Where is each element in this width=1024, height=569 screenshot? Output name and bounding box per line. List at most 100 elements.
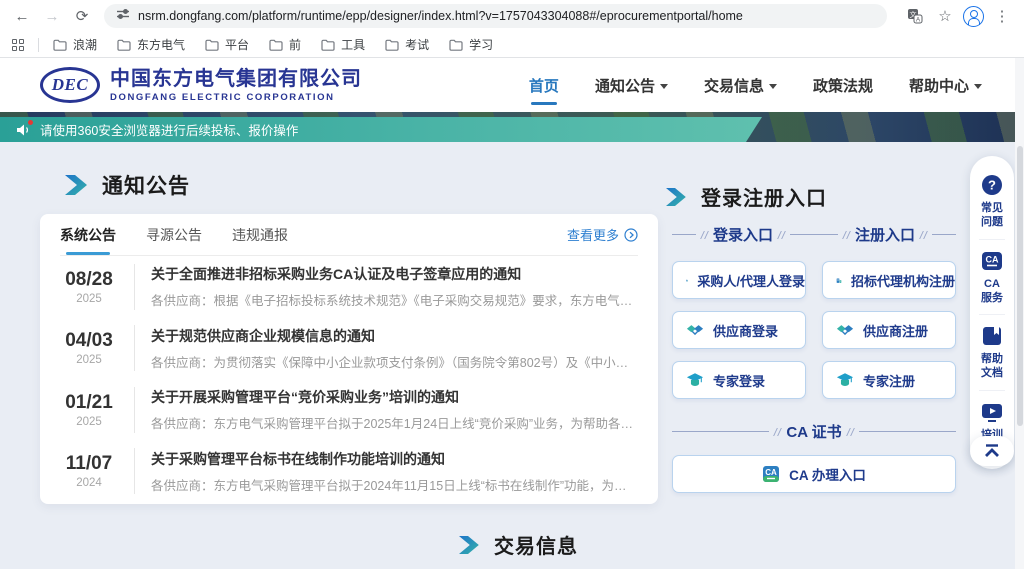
notice-title[interactable]: 关于规范供应商企业规模信息的通知 xyxy=(151,326,638,346)
notice-date: 01/21 2025 xyxy=(60,392,118,428)
bookmark-star-icon[interactable]: ☆ xyxy=(933,4,957,28)
purchaser-login-button[interactable]: 采购人/代理人登录 xyxy=(672,261,806,299)
expert-login-button[interactable]: 专家登录 xyxy=(672,361,806,399)
notice-row[interactable]: 01/21 2025 关于开展采购管理平台“竞价采购业务”培训的通知 各供应商：… xyxy=(60,379,638,441)
notice-desc: 各供应商：根据《电子招标投标系统技术规范》《电子采购交易规范》要求，东方电气采购… xyxy=(151,290,638,309)
notice-title[interactable]: 关于全面推进非招标采购业务CA认证及电子签章应用的通知 xyxy=(151,264,638,284)
caret-down-icon xyxy=(769,84,777,89)
ca-apply-button[interactable]: CA CA 办理入口 xyxy=(672,455,956,493)
section-arrow-icon xyxy=(62,175,88,195)
company-logo[interactable]: DEC 中国东方电气集团有限公司 DONGFANG ELECTRIC CORPO… xyxy=(40,67,362,103)
notice-year: 2025 xyxy=(60,354,118,366)
folder-icon xyxy=(321,39,335,51)
nav-notices[interactable]: 通知公告 xyxy=(595,75,668,96)
section-title: 通知公告 xyxy=(102,170,190,200)
slash-decor xyxy=(773,428,782,436)
bookmark-label: 工具 xyxy=(341,36,365,53)
rail-item-ca-service[interactable]: CA CA服务 xyxy=(979,239,1005,315)
button-label: 专家登录 xyxy=(713,371,765,390)
profile-avatar[interactable] xyxy=(963,6,984,27)
company-name-en: DONGFANG ELECTRIC CORPORATION xyxy=(110,92,362,103)
bookmark-folder[interactable]: 考试 xyxy=(385,36,429,53)
trade-section-header: 交易信息 xyxy=(456,530,578,559)
svg-text:CA: CA xyxy=(765,468,777,477)
bookmark-label: 考试 xyxy=(405,36,429,53)
ca-badge-icon: CA xyxy=(981,250,1003,272)
back-to-top-button[interactable] xyxy=(970,436,1014,466)
notices-section-header: 通知公告 xyxy=(62,170,190,200)
rail-item-faq[interactable]: ? 常见问题 xyxy=(979,168,1005,239)
site-settings-icon[interactable] xyxy=(116,7,130,26)
apps-grid-icon[interactable] xyxy=(12,39,24,51)
floating-help-rail: ? 常见问题 CA CA服务 帮助文档 培训视频 xyxy=(970,156,1014,469)
section-arrow-icon xyxy=(663,188,687,206)
reload-icon[interactable]: ⟳ xyxy=(70,4,94,28)
notice-row[interactable]: 08/28 2025 关于全面推进非招标采购业务CA认证及电子签章应用的通知 各… xyxy=(60,256,638,318)
folder-icon xyxy=(117,39,131,51)
nav-trade-info[interactable]: 交易信息 xyxy=(704,75,777,96)
folder-icon xyxy=(205,39,219,51)
slash-decor xyxy=(700,231,709,239)
company-name-cn: 中国东方电气集团有限公司 xyxy=(110,68,362,90)
graduation-cap-icon xyxy=(836,372,854,388)
notice-day-month: 11/07 xyxy=(60,453,118,475)
forward-icon: → xyxy=(40,4,64,28)
nav-label: 首页 xyxy=(529,75,559,96)
notice-body: 关于开展采购管理平台“竞价采购业务”培训的通知 各供应商：东方电气采购管理平台拟… xyxy=(134,387,638,433)
divider xyxy=(790,234,814,235)
translate-icon[interactable]: 文A xyxy=(903,4,927,28)
notice-year: 2024 xyxy=(60,477,118,489)
bookmark-folder[interactable]: 工具 xyxy=(321,36,365,53)
tab-system-notices[interactable]: 系统公告 xyxy=(60,214,116,255)
expert-register-button[interactable]: 专家注册 xyxy=(822,361,956,399)
login-panel: 登录入口 注册入口 采购人/代理人登录 招标代理机构注册 xyxy=(672,224,956,493)
tab-sourcing-notices[interactable]: 寻源公告 xyxy=(146,214,202,255)
divider xyxy=(859,431,956,432)
rail-label: CA服务 xyxy=(979,277,1005,306)
view-more-link[interactable]: 查看更多 xyxy=(567,225,638,244)
section-title: 登录注册入口 xyxy=(701,182,827,211)
url-text[interactable]: nsrm.dongfang.com/platform/runtime/epp/d… xyxy=(138,9,743,23)
tab-violation-reports[interactable]: 违规通报 xyxy=(232,214,288,255)
folder-icon xyxy=(385,39,399,51)
rail-label: 常见问题 xyxy=(979,201,1005,230)
browser-menu-icon[interactable]: ⋮ xyxy=(990,4,1014,28)
notice-title[interactable]: 关于采购管理平台标书在线制作功能培训的通知 xyxy=(151,449,638,469)
ca-group-header: CA 证书 xyxy=(672,421,956,442)
notice-desc: 各供应商：为贯彻落实《保障中小企业款项支付条例》（国务院令第802号）及《中小企… xyxy=(151,352,638,371)
scrollbar-thumb[interactable] xyxy=(1017,146,1023,426)
bookmark-folder[interactable]: 平台 xyxy=(205,36,249,53)
notice-year: 2025 xyxy=(60,293,118,305)
rail-item-help-doc[interactable]: 帮助文档 xyxy=(979,314,1005,390)
bookmark-folder[interactable]: 东方电气 xyxy=(117,36,185,53)
supplier-register-button[interactable]: 供应商注册 xyxy=(822,311,956,349)
notice-row[interactable]: 04/03 2025 关于规范供应商企业规模信息的通知 各供应商：为贯彻落实《保… xyxy=(60,318,638,380)
bookmark-folder[interactable]: 浪潮 xyxy=(53,36,97,53)
browser-toolbar: ← → ⟳ nsrm.dongfang.com/platform/runtime… xyxy=(0,0,1024,32)
handshake-icon xyxy=(686,323,704,338)
nav-home[interactable]: 首页 xyxy=(529,75,559,96)
login-group-header: 登录入口 xyxy=(672,224,814,245)
nav-policies[interactable]: 政策法规 xyxy=(813,75,873,96)
supplier-login-button[interactable]: 供应商登录 xyxy=(672,311,806,349)
alert-dot xyxy=(28,120,33,125)
chevron-up-icon xyxy=(982,443,1002,459)
nav-help-center[interactable]: 帮助中心 xyxy=(909,75,982,96)
svg-text:CA: CA xyxy=(986,254,999,264)
bookmark-folder[interactable]: 前 xyxy=(269,36,301,53)
nav-label: 政策法规 xyxy=(813,75,873,96)
notice-tabs: 系统公告 寻源公告 违规通报 查看更多 xyxy=(60,214,638,256)
building-icon xyxy=(836,272,842,289)
dec-logo-icon: DEC xyxy=(40,67,100,103)
group-title: 注册入口 xyxy=(855,224,915,245)
notice-title[interactable]: 关于开展采购管理平台“竞价采购业务”培训的通知 xyxy=(151,387,638,407)
address-bar[interactable]: nsrm.dongfang.com/platform/runtime/epp/d… xyxy=(104,4,887,28)
bookmark-folder[interactable]: 学习 xyxy=(449,36,493,53)
page-scrollbar[interactable] xyxy=(1015,58,1024,569)
notice-row[interactable]: 11/07 2024 关于采购管理平台标书在线制作功能培训的通知 各供应商：东方… xyxy=(60,441,638,503)
login-section-header: 登录注册入口 xyxy=(663,182,827,211)
back-icon[interactable]: ← xyxy=(10,4,34,28)
button-label: 供应商登录 xyxy=(713,321,778,340)
agency-register-button[interactable]: 招标代理机构注册 xyxy=(822,261,956,299)
notice-body: 关于采购管理平台标书在线制作功能培训的通知 各供应商：东方电气采购管理平台拟于2… xyxy=(134,448,638,494)
